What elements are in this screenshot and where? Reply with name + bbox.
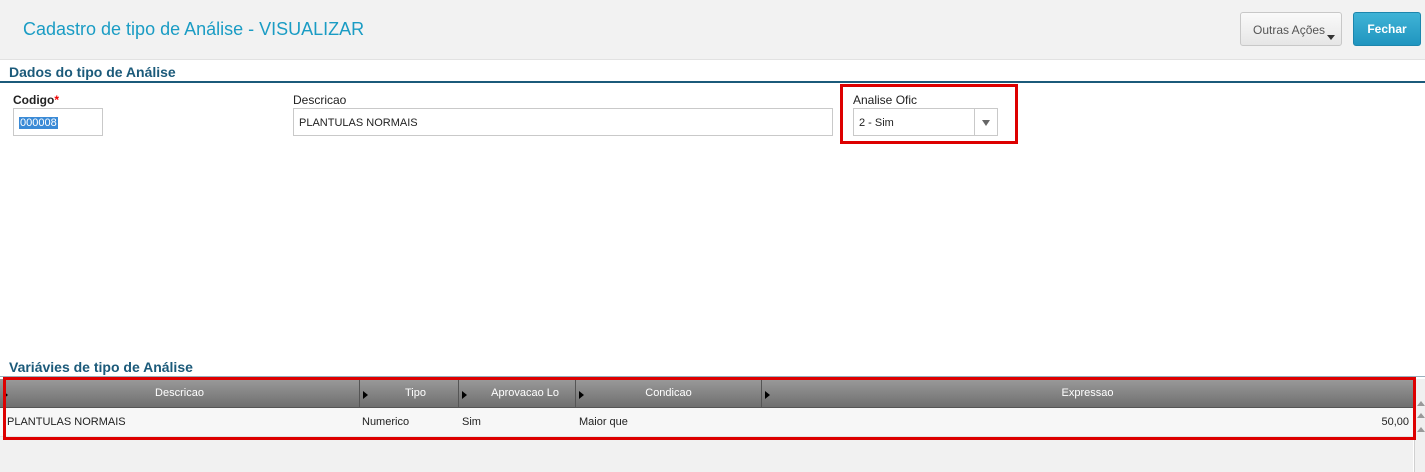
- variables-section-title: Variávies de tipo de Análise: [9, 359, 193, 375]
- analise-ofic-highlight: [840, 84, 1018, 144]
- other-actions-label: Outras Ações: [1253, 23, 1326, 37]
- caret-down-icon: [1327, 35, 1335, 40]
- grid-empty-area: [0, 437, 1413, 472]
- close-button[interactable]: Fechar: [1353, 12, 1421, 46]
- grid-highlight: [3, 377, 1416, 440]
- scroll-up-icon[interactable]: [1417, 413, 1425, 418]
- codigo-value: 000008: [19, 117, 58, 129]
- required-mark: *: [54, 93, 59, 107]
- form-section-title: Dados do tipo de Análise: [9, 64, 176, 80]
- codigo-label: Codigo*: [13, 93, 59, 107]
- descricao-label: Descricao: [293, 93, 347, 107]
- descricao-value: PLANTULAS NORMAIS: [299, 117, 418, 129]
- header-bar: Cadastro de tipo de Análise - VISUALIZAR…: [0, 0, 1425, 60]
- other-actions-button[interactable]: Outras Ações: [1240, 12, 1342, 46]
- page-title: Cadastro de tipo de Análise - VISUALIZAR: [23, 19, 365, 39]
- scroll-up-icon[interactable]: [1417, 401, 1425, 406]
- scroll-up-icon[interactable]: [1417, 427, 1425, 432]
- descricao-field[interactable]: PLANTULAS NORMAIS: [293, 108, 833, 136]
- form-section-divider: [0, 81, 1425, 83]
- codigo-field[interactable]: 000008: [13, 108, 103, 136]
